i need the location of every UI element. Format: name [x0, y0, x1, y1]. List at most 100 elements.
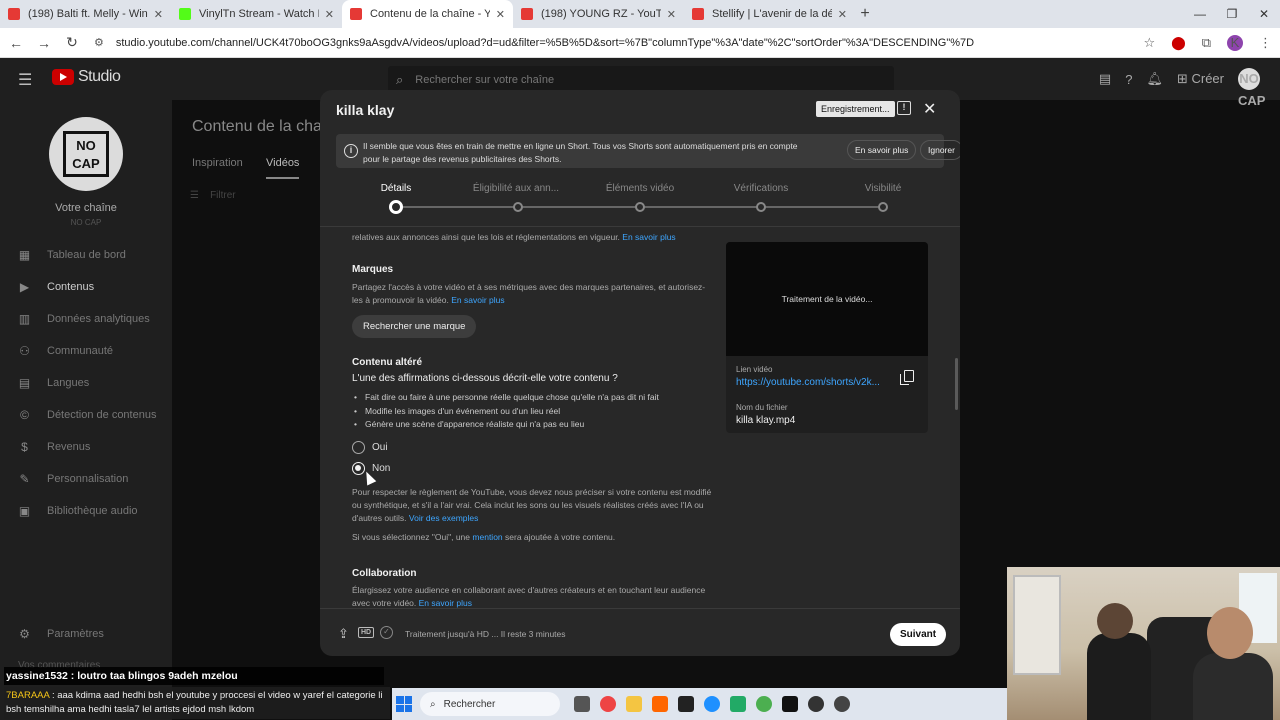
altered-yes-radio[interactable] — [352, 441, 365, 454]
mention-note: Si vous sélectionnez "Oui", une mention … — [352, 532, 616, 542]
collab-learn-more-link[interactable]: En savoir plus — [419, 598, 472, 608]
close-tab-icon[interactable]: ✕ — [496, 8, 505, 21]
altered-yes-label[interactable]: Oui — [372, 442, 388, 453]
capcut-icon[interactable] — [782, 696, 798, 712]
sidebar-item-settings[interactable]: ⚙ Paramètres — [18, 626, 104, 642]
sidebar-item-community[interactable]: ⚇ Communauté — [18, 343, 113, 359]
intro-learn-more-link[interactable]: En savoir plus — [622, 232, 675, 242]
learn-more-button[interactable]: En savoir plus — [847, 140, 917, 160]
sidebar-item-detection[interactable]: © Détection de contenus — [18, 407, 156, 423]
chrome-2-icon[interactable] — [756, 696, 772, 712]
account-avatar[interactable]: NO CAP — [1238, 68, 1265, 108]
step-monetization[interactable]: Éligibilité aux ann... — [473, 183, 559, 194]
obs-icon[interactable] — [834, 696, 850, 712]
step-dot-visibility[interactable] — [878, 202, 888, 212]
browser-menu-icon[interactable]: ⋮ — [1259, 35, 1272, 51]
close-icon[interactable]: ✕ — [923, 99, 936, 119]
dialog-scrollbar[interactable] — [955, 358, 958, 410]
address-bar: ← → ↻ ⚙ studio.youtube.com/channel/UCK4t… — [0, 28, 1280, 58]
windows-start-icon[interactable] — [396, 696, 412, 712]
search-brand-button[interactable]: Rechercher une marque — [352, 315, 477, 338]
sidebar-item-languages[interactable]: ▤ Langues — [18, 375, 89, 391]
sidebar-item-earn[interactable]: $ Revenus — [18, 439, 90, 455]
filename-label: Nom du fichier — [736, 403, 788, 412]
reload-icon[interactable]: ↻ — [60, 34, 84, 51]
browser-tab-5[interactable]: Stellify | L'avenir de la découver✕ — [684, 0, 855, 28]
sidebar-item-customization[interactable]: ✎ Personnalisation — [18, 471, 128, 487]
maximize-icon[interactable]: ❐ — [1216, 0, 1248, 28]
minimize-icon[interactable]: — — [1184, 0, 1216, 28]
tab-inspiration[interactable]: Inspiration — [192, 157, 243, 169]
back-icon[interactable]: ← — [4, 35, 28, 51]
task-view-icon[interactable] — [574, 696, 590, 712]
hamburger-menu-icon[interactable]: ☰ — [18, 70, 32, 90]
media-player-icon[interactable] — [808, 696, 824, 712]
ignore-button[interactable]: Ignorer — [920, 140, 960, 160]
hd-icon: HD — [358, 627, 375, 638]
browser-toolbar-right: ☆ ⬤ ⧉ K ⋮ — [1143, 28, 1272, 58]
sidebar-item-audio-library[interactable]: ▣ Bibliothèque audio — [18, 503, 138, 519]
bookmark-star-icon[interactable]: ☆ — [1143, 35, 1155, 51]
extension-icon[interactable]: ⬤ — [1171, 35, 1186, 51]
close-tab-icon[interactable]: ✕ — [154, 8, 163, 21]
notifications-bell-icon[interactable]: 🔔︎ — [1146, 71, 1163, 87]
extensions-puzzle-icon[interactable]: ⧉ — [1202, 35, 1211, 51]
mention-link[interactable]: mention — [472, 532, 502, 542]
chrome-icon[interactable] — [600, 696, 616, 712]
edge-icon[interactable] — [704, 696, 720, 712]
close-tab-icon[interactable]: ✕ — [838, 8, 847, 21]
forward-icon[interactable]: → — [32, 35, 56, 51]
create-button[interactable]: ⊞ Créer — [1177, 71, 1224, 87]
profile-avatar[interactable]: K — [1227, 35, 1243, 51]
close-tab-icon[interactable]: ✕ — [667, 8, 676, 21]
help-icon[interactable]: ? — [1125, 72, 1132, 87]
app-icon[interactable] — [730, 696, 746, 712]
step-dot-details[interactable] — [389, 200, 403, 214]
studio-header-actions: ▤ ? 🔔︎ ⊞ Créer NO CAP — [1099, 68, 1265, 108]
feedback-chat-icon[interactable]: ▤ — [1099, 71, 1111, 87]
new-tab-icon[interactable]: + — [855, 5, 875, 23]
tab-videos[interactable]: Vidéos — [266, 157, 300, 179]
file-explorer-icon[interactable] — [626, 696, 642, 712]
sidebar-item-content[interactable]: ▶ Contenus — [18, 279, 94, 295]
list-item: Fait dire ou faire à une personne réelle… — [352, 391, 659, 405]
copy-icon[interactable] — [900, 370, 914, 385]
customization-icon: ✎ — [19, 472, 30, 486]
next-button[interactable]: Suivant — [890, 623, 947, 646]
sidebar-item-dashboard[interactable]: ▦ Tableau de bord — [18, 247, 126, 263]
video-link[interactable]: https://youtube.com/shorts/v2k... — [736, 377, 886, 388]
taskbar-search[interactable]: ⌕ Rechercher — [420, 692, 560, 716]
studio-logo[interactable]: Studio — [52, 68, 121, 86]
browser-tab-3[interactable]: Contenu de la chaîne - YouTube✕ — [342, 0, 513, 28]
brands-learn-more-link[interactable]: En savoir plus — [451, 295, 504, 305]
see-examples-link[interactable]: Voir des exemples — [409, 513, 478, 523]
step-dot-checks[interactable] — [756, 202, 766, 212]
step-checks[interactable]: Vérifications — [734, 183, 788, 194]
altered-no-label[interactable]: Non — [372, 463, 390, 474]
step-dot-video-elements[interactable] — [635, 202, 645, 212]
channel-avatar[interactable]: NO CAP — [49, 117, 123, 191]
sidebar-item-analytics[interactable]: ▥ Données analytiques — [18, 311, 150, 327]
browser-tab-1[interactable]: (198) Balti ft. Melly - Wino El Hu✕ — [0, 0, 171, 28]
step-dot-monetization[interactable] — [513, 202, 523, 212]
step-visibility[interactable]: Visibilité — [865, 183, 902, 194]
close-window-icon[interactable]: ✕ — [1248, 0, 1280, 28]
earn-icon: $ — [21, 440, 28, 454]
close-tab-icon[interactable]: ✕ — [325, 8, 334, 21]
url-field[interactable]: studio.youtube.com/channel/UCK4t70boOG3g… — [116, 37, 1076, 49]
step-video-elements[interactable]: Éléments vidéo — [606, 183, 674, 194]
live-app-icon[interactable] — [678, 696, 694, 712]
browser-tab-4[interactable]: (198) YOUNG RZ - YouTube✕ — [513, 0, 684, 28]
search-icon: ⌕ — [430, 698, 436, 710]
site-info-icon[interactable]: ⚙ — [94, 36, 104, 49]
filter-bar[interactable]: ☰ Filtrer — [190, 190, 236, 201]
browser-tab-2[interactable]: VinylTn Stream - Watch Live on✕ — [171, 0, 342, 28]
upload-icon: ⇪ — [338, 626, 349, 641]
brave-icon[interactable] — [652, 696, 668, 712]
dashboard-icon: ▦ — [18, 248, 31, 262]
step-details[interactable]: Détails — [381, 183, 412, 194]
youtube-favicon-icon — [521, 8, 533, 20]
youtube-favicon-icon — [350, 8, 362, 20]
report-feedback-icon[interactable]: ! — [897, 101, 911, 115]
check-icon: ✓ — [380, 626, 393, 639]
